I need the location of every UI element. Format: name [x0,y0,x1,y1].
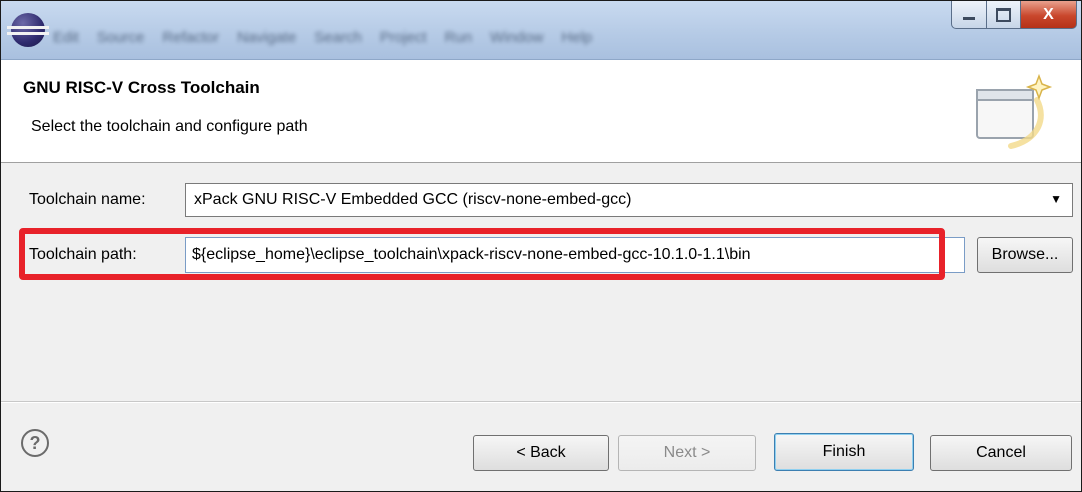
minimize-button[interactable] [951,1,987,29]
close-button[interactable]: X [1021,1,1077,29]
menu-item[interactable]: Project [380,29,427,46]
menu-item[interactable]: Edit [53,29,79,46]
dialog-window: Edit Source Refactor Navigate Search Pro… [0,0,1082,492]
menu-item[interactable]: Navigate [237,29,296,46]
menu-item[interactable]: Source [97,29,145,46]
menu-item[interactable]: Run [445,29,473,46]
cancel-button[interactable]: Cancel [930,435,1072,471]
toolchain-path-label: Toolchain path: [29,246,137,263]
menu-item[interactable]: Window [490,29,543,46]
toolchain-name-dropdown[interactable]: xPack GNU RISC-V Embedded GCC (riscv-non… [185,183,1073,217]
toolchain-path-input[interactable] [185,237,965,273]
back-button[interactable]: < Back [473,435,609,471]
page-description: Select the toolchain and configure path [31,118,308,135]
eclipse-logo-icon [7,13,49,47]
next-button[interactable]: Next > [618,435,756,471]
page-title: GNU RISC-V Cross Toolchain [23,78,260,97]
maximize-button[interactable] [987,1,1021,29]
menu-item[interactable]: Search [314,29,362,46]
toolchain-name-label: Toolchain name: [29,191,146,208]
dropdown-arrow-icon[interactable]: ▼ [1050,192,1062,206]
finish-button[interactable]: Finish [774,433,914,471]
menu-item[interactable]: Help [561,29,592,46]
wizard-banner: GNU RISC-V Cross Toolchain Select the to… [1,60,1081,163]
toolchain-name-value: xPack GNU RISC-V Embedded GCC (riscv-non… [194,191,632,208]
browse-button[interactable]: Browse... [977,237,1073,273]
close-icon: X [1043,5,1054,23]
maximize-icon [996,7,1011,22]
menu-item[interactable]: Refactor [162,29,219,46]
minimize-icon [963,17,975,20]
help-icon[interactable]: ? [21,429,49,457]
wizard-banner-icon [976,73,1053,149]
window-controls: X [951,1,1077,29]
menu-bar-blurred: Edit Source Refactor Navigate Search Pro… [53,29,793,46]
title-bar: Edit Source Refactor Navigate Search Pro… [1,1,1081,60]
divider [1,402,1081,403]
